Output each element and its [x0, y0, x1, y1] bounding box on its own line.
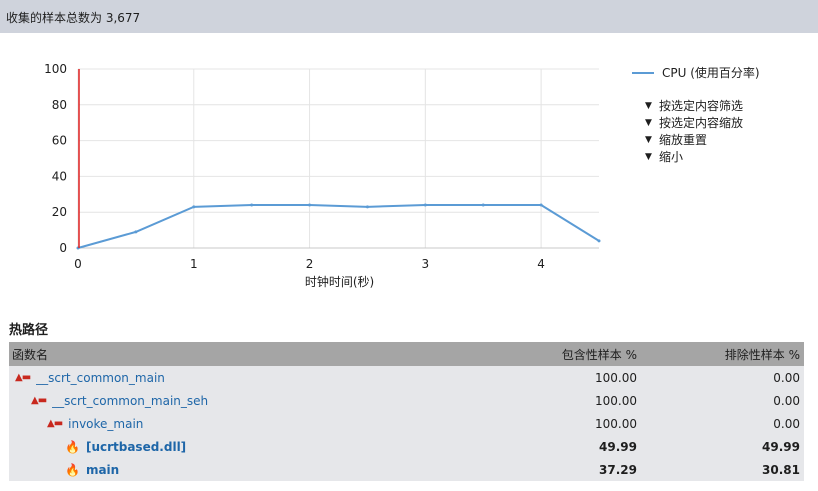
column-header-inclusive[interactable]: 包含性样本 % — [484, 346, 654, 363]
cpu-data-point — [134, 230, 138, 234]
y-tick-label: 80 — [52, 98, 67, 112]
table-row[interactable]: 🔥 main 37.29 30.81 — [9, 458, 804, 481]
function-link[interactable]: __scrt_common_main_seh — [52, 394, 208, 408]
exclusive-value: 30.81 — [762, 462, 800, 477]
filter-by-selection-label: 按选定内容筛选 — [659, 99, 744, 113]
reset-zoom-button[interactable]: ▼ 缩放重置 — [645, 131, 743, 148]
x-tick-label: 4 — [537, 257, 545, 271]
column-header-function-name[interactable]: 函数名 — [9, 346, 484, 363]
filter-icon: ▼ — [645, 151, 652, 162]
exclusive-value: 0.00 — [773, 416, 800, 431]
flame-icon: 🔥 — [65, 439, 80, 454]
legend-item-cpu: CPU (使用百分率) — [632, 64, 760, 81]
cpu-data-point — [539, 203, 543, 207]
y-tick-label: 0 — [59, 241, 67, 255]
reset-zoom-label: 缩放重置 — [659, 133, 708, 147]
function-link[interactable]: __scrt_common_main — [36, 371, 165, 385]
summary-header: 收集的样本总数为 3,677 — [0, 0, 818, 33]
exclusive-value: 0.00 — [773, 370, 800, 385]
table-row[interactable]: ▲▬ invoke_main 100.00 0.00 — [9, 412, 804, 435]
y-tick-label: 20 — [52, 205, 67, 219]
zoom-out-button[interactable]: ▼ 缩小 — [645, 148, 743, 165]
table-header: 函数名 包含性样本 % 排除性样本 % — [9, 342, 804, 366]
cpu-data-point — [365, 205, 369, 209]
chart-filter-menu: ▼ 按选定内容筛选 ▼ 按选定内容缩放 ▼ 缩放重置 ▼ 缩小 — [645, 97, 743, 165]
zoom-to-selection-label: 按选定内容缩放 — [659, 116, 744, 130]
function-link[interactable]: [ucrtbased.dll] — [86, 440, 186, 454]
inclusive-value: 100.00 — [595, 370, 637, 385]
sample-count-text: 收集的样本总数为 3,677 — [6, 11, 141, 25]
y-tick-label: 100 — [44, 62, 67, 76]
filter-by-selection-button[interactable]: ▼ 按选定内容筛选 — [645, 97, 743, 114]
cpu-series-line — [77, 204, 600, 249]
y-tick-label: 40 — [52, 169, 67, 183]
inclusive-value: 49.99 — [599, 439, 637, 454]
cpu-data-point — [192, 205, 196, 209]
inclusive-value: 100.00 — [595, 416, 637, 431]
x-tick-label: 3 — [422, 257, 430, 271]
zoom-out-label: 缩小 — [659, 150, 684, 164]
flame-icon: 🔥 — [65, 462, 80, 477]
x-tick-label: 2 — [306, 257, 314, 271]
function-link[interactable]: invoke_main — [68, 417, 143, 431]
column-header-exclusive[interactable]: 排除性样本 % — [654, 346, 804, 363]
hot-path-icon: ▲▬ — [47, 418, 63, 429]
table-body: ▲▬ __scrt_common_main 100.00 0.00 ▲▬ __s… — [9, 366, 804, 481]
cpu-data-point — [250, 203, 254, 207]
cpu-data-point — [597, 239, 601, 243]
cpu-usage-chart[interactable]: 0 20 40 60 80 100 0 1 2 3 4 时钟时间(秒) — [0, 33, 640, 303]
hot-path-table: 函数名 包含性样本 % 排除性样本 % ▲▬ __scrt_common_mai… — [9, 342, 804, 481]
legend-label-cpu: CPU (使用百分率) — [662, 66, 760, 80]
y-tick-label: 60 — [52, 134, 67, 148]
chart-legend: CPU (使用百分率) — [632, 64, 760, 81]
inclusive-value: 100.00 — [595, 393, 637, 408]
hot-path-icon: ▲▬ — [15, 372, 31, 383]
function-link[interactable]: main — [86, 463, 119, 477]
exclusive-value: 0.00 — [773, 393, 800, 408]
filter-icon: ▼ — [645, 117, 652, 128]
x-tick-label: 0 — [74, 257, 82, 271]
filter-icon: ▼ — [645, 134, 652, 145]
x-axis-label: 时钟时间(秒) — [305, 274, 374, 289]
table-row[interactable]: 🔥 [ucrtbased.dll] 49.99 49.99 — [9, 435, 804, 458]
zoom-to-selection-button[interactable]: ▼ 按选定内容缩放 — [645, 114, 743, 131]
cpu-data-point — [481, 203, 485, 207]
filter-pin-icon: ▼ — [645, 100, 652, 111]
hot-path-icon: ▲▬ — [31, 395, 47, 406]
inclusive-value: 37.29 — [599, 462, 637, 477]
x-tick-label: 1 — [190, 257, 198, 271]
table-row[interactable]: ▲▬ __scrt_common_main_seh 100.00 0.00 — [9, 389, 804, 412]
cpu-data-point — [423, 203, 427, 207]
cpu-data-point — [308, 203, 312, 207]
hot-path-title: 热路径 — [9, 323, 49, 338]
legend-line-swatch — [632, 71, 654, 74]
exclusive-value: 49.99 — [762, 439, 800, 454]
table-row[interactable]: ▲▬ __scrt_common_main 100.00 0.00 — [9, 366, 804, 389]
